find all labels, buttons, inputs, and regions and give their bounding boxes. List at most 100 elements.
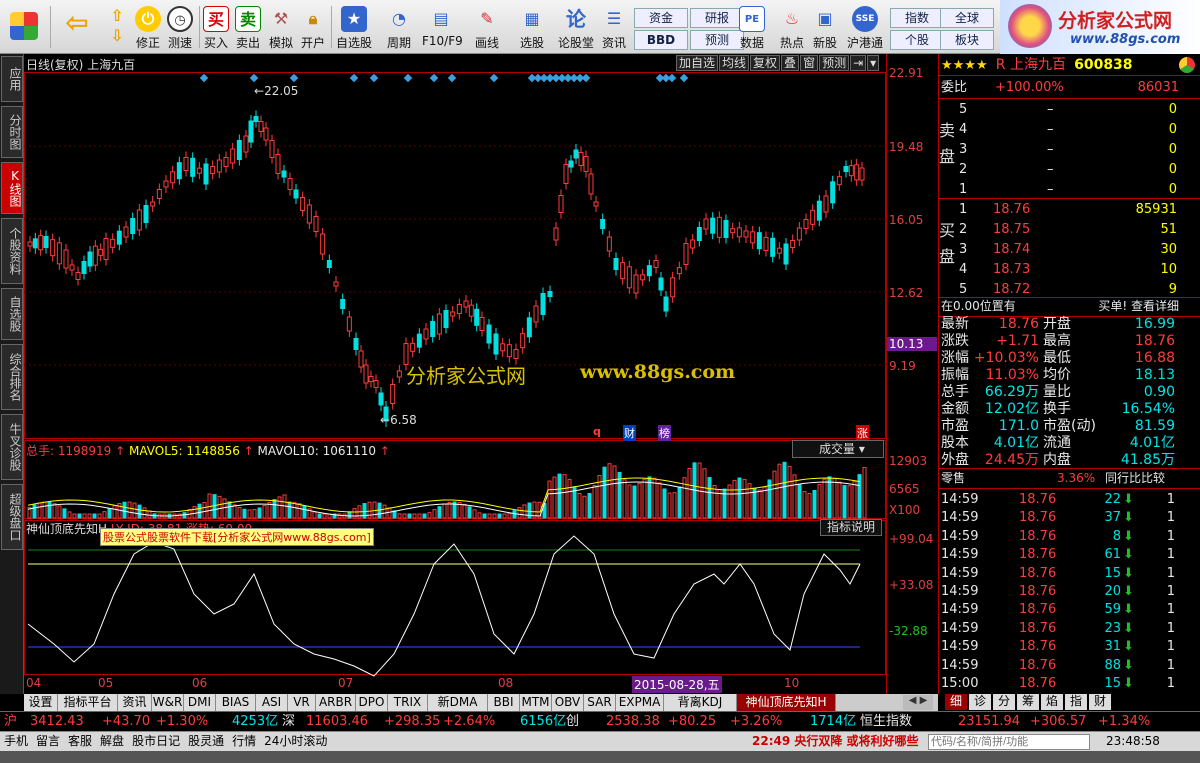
- indicator-tab[interactable]: TRIX: [388, 694, 428, 711]
- window-button[interactable]: 窗: [800, 55, 819, 71]
- sell-row[interactable]: 4 – 0: [959, 120, 1177, 139]
- indicator-tab[interactable]: 指标平台: [58, 694, 118, 711]
- tab-intraday[interactable]: 分时图: [1, 106, 23, 158]
- buy-row[interactable]: 1 18.76 85931: [959, 200, 1177, 219]
- hk-connect-button[interactable]: SSE 沪港通: [844, 2, 886, 52]
- event-mark-q[interactable]: q: [593, 425, 601, 438]
- indicator-tab[interactable]: BBI: [488, 694, 520, 711]
- search-input[interactable]: [928, 734, 1090, 750]
- stock-button[interactable]: 个股: [890, 30, 944, 50]
- buy-detail-link[interactable]: 买单! 查看详细: [1098, 297, 1179, 316]
- news-ticker[interactable]: 22:49 央行双降 或将利好哪些: [752, 732, 919, 751]
- open-account-button[interactable]: 🔒︎ 开户: [298, 2, 328, 52]
- indicator-tab[interactable]: BIAS: [216, 694, 256, 711]
- indicator-tab[interactable]: ASI: [256, 694, 288, 711]
- indicator-tab[interactable]: VR: [288, 694, 316, 711]
- industry-name[interactable]: 零售: [941, 469, 965, 488]
- simulate-button[interactable]: ⚒ 模拟: [266, 2, 296, 52]
- indicator-tab[interactable]: 新DMA: [428, 694, 488, 711]
- bottom-bar-item[interactable]: 行情: [232, 732, 256, 751]
- buy-button[interactable]: 买买入: [202, 2, 230, 52]
- right-tab[interactable]: 指: [1065, 694, 1087, 710]
- sell-row[interactable]: 2 – 0: [959, 160, 1177, 179]
- right-tab[interactable]: 财: [1089, 694, 1111, 710]
- bottom-bar-item[interactable]: 手机: [4, 732, 28, 751]
- bottom-bar-item[interactable]: 解盘: [100, 732, 124, 751]
- index-button[interactable]: 指数: [890, 8, 944, 28]
- sell-button[interactable]: 卖卖出: [234, 2, 262, 52]
- tab-kline[interactable]: K线图: [1, 162, 23, 214]
- news-button[interactable]: ☰ 资讯: [600, 2, 628, 52]
- bottom-bar-item[interactable]: 股市日记: [132, 732, 180, 751]
- predict-button[interactable]: 预测: [819, 55, 850, 71]
- tab-scroll-arrows-icon[interactable]: ◀ ▶: [903, 695, 933, 710]
- buy-row[interactable]: 2 18.75 51: [959, 220, 1177, 239]
- indicator-tab[interactable]: OBV: [552, 694, 584, 711]
- indicator-tab[interactable]: 资讯: [118, 694, 152, 711]
- funds-button[interactable]: 资金: [634, 8, 688, 28]
- f10-button[interactable]: ▤ F10/F9: [422, 2, 463, 52]
- indicator-tab[interactable]: 设置: [24, 694, 58, 711]
- back-button[interactable]: ⇦: [58, 2, 96, 52]
- tab-diagnosis[interactable]: 牛叉诊股: [1, 414, 23, 480]
- overlay-button[interactable]: 叠: [781, 55, 800, 71]
- panel-toggle-icon[interactable]: ⇥: [850, 55, 867, 71]
- bottom-bar-item[interactable]: 股灵通: [188, 732, 224, 751]
- cy-label[interactable]: 创: [566, 712, 579, 732]
- favorites-button[interactable]: ★ 自选股: [334, 2, 374, 52]
- period-button[interactable]: ◔ 周期: [380, 2, 418, 52]
- bottom-bar-item[interactable]: 留言: [36, 732, 60, 751]
- stock-select-button[interactable]: ▦ 选股: [514, 2, 550, 52]
- sz-label[interactable]: 深: [282, 712, 295, 732]
- ipo-button[interactable]: ▣ 新股: [808, 2, 842, 52]
- tab-ranking[interactable]: 综合排名: [1, 344, 23, 410]
- updown-button[interactable]: ⇧ ⇩: [102, 2, 132, 52]
- ma-button[interactable]: 均线: [719, 55, 750, 71]
- indicator-tab[interactable]: DPO: [356, 694, 388, 711]
- industry-compare-link[interactable]: 同行比比较: [1105, 469, 1165, 488]
- right-tab[interactable]: 诊: [969, 694, 991, 710]
- buy-row[interactable]: 3 18.74 30: [959, 240, 1177, 259]
- sell-row[interactable]: 3 – 0: [959, 140, 1177, 159]
- indicator-tab[interactable]: EXPMA: [616, 694, 664, 711]
- right-tab[interactable]: 分: [993, 694, 1015, 710]
- indicator-tab[interactable]: DMI: [184, 694, 216, 711]
- bbd-button[interactable]: BBD: [634, 30, 688, 50]
- indicator-tab[interactable]: 神仙顶底先知H: [737, 694, 836, 711]
- tab-favorites[interactable]: 自选股: [1, 288, 23, 340]
- indicator-promo[interactable]: 股票公式股票软件下载[分析家公式网www.88gs.com]: [100, 528, 374, 546]
- right-tab[interactable]: 焰: [1041, 694, 1063, 710]
- event-mark-rank[interactable]: 榜: [658, 425, 671, 441]
- forum-button[interactable]: 论论股堂: [556, 2, 596, 52]
- tab-level2[interactable]: 超级盘口: [1, 484, 23, 550]
- hs-label[interactable]: 恒生指数: [860, 712, 912, 732]
- sh-label[interactable]: 沪: [4, 712, 17, 732]
- adjust-button[interactable]: 复权: [750, 55, 781, 71]
- right-tab[interactable]: 筹: [1017, 694, 1039, 710]
- hotspot-button[interactable]: ♨ 热点: [774, 2, 810, 52]
- buy-row[interactable]: 4 18.73 10: [959, 260, 1177, 279]
- bottom-bar-item[interactable]: 24小时滚动: [264, 732, 327, 751]
- volume-selector[interactable]: 成交量 ▾: [792, 440, 884, 458]
- menu-chevron-icon[interactable]: ▾: [867, 55, 880, 71]
- indicator-tab[interactable]: ARBR: [316, 694, 356, 711]
- pie-icon[interactable]: [1179, 57, 1195, 73]
- event-mark-limit[interactable]: 涨: [856, 425, 869, 441]
- indicator-tab[interactable]: 背离KDJ: [664, 694, 737, 711]
- draw-line-button[interactable]: ✎ 画线: [468, 2, 506, 52]
- sell-row[interactable]: 1 – 0: [959, 180, 1177, 199]
- event-mark-finance[interactable]: 财: [623, 425, 636, 441]
- add-favorite-button[interactable]: 加自选: [676, 55, 719, 71]
- tab-stock-info[interactable]: 个股资料: [1, 218, 23, 284]
- indicator-tab[interactable]: SAR: [584, 694, 616, 711]
- speedtest-button[interactable]: ◷ 测速: [165, 2, 195, 52]
- indicator-tab[interactable]: MTM: [520, 694, 552, 711]
- fix-button[interactable]: ⏻ 修正: [133, 2, 163, 52]
- sector-button[interactable]: 板块: [940, 30, 994, 50]
- data-button[interactable]: PE 数据: [734, 2, 770, 52]
- indicator-tab[interactable]: W&R: [152, 694, 184, 711]
- indicator-help-button[interactable]: 指标说明: [820, 519, 882, 536]
- sell-row[interactable]: 5 – 0: [959, 100, 1177, 119]
- right-tab[interactable]: 细: [945, 694, 967, 710]
- home-button[interactable]: [4, 2, 44, 52]
